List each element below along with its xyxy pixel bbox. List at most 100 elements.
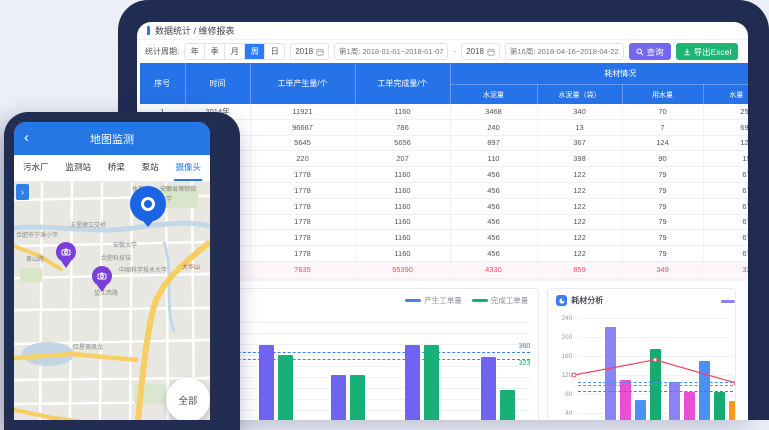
breadcrumb-text: 数据统计 / 维修报表	[155, 24, 235, 37]
phone-tab[interactable]: 污水厂	[22, 155, 50, 181]
table-cell: 1778	[250, 198, 355, 214]
end-week-range-input[interactable]: 第16周: 2018-04-16~2018-04-22	[505, 43, 624, 60]
table-cell: 456	[450, 182, 537, 198]
table-cell: 90	[622, 151, 703, 167]
phone-tab[interactable]: 泵站	[141, 155, 160, 181]
map-poi-label: 合肥科技馆	[101, 253, 131, 262]
phone-tab[interactable]: 监测站	[64, 155, 92, 181]
total-cell: 4330	[450, 261, 537, 278]
end-year-select[interactable]: 2018	[461, 43, 500, 60]
table-cell: 96667	[250, 119, 355, 135]
map-poi-label: 安徽省博物馆	[160, 184, 196, 193]
table-cell: 897	[450, 135, 537, 151]
table-cell: 79	[622, 246, 703, 262]
table-cell: 67	[703, 214, 748, 230]
table-cell: 67	[703, 167, 748, 183]
expand-icon[interactable]: ›	[16, 184, 29, 200]
bar	[424, 345, 439, 420]
column-header: 工单完成量/个	[355, 63, 450, 104]
breadcrumb: 数据统计 / 维修报表	[137, 22, 748, 40]
column-header: 工单产生量/个	[250, 63, 355, 104]
table-cell: 122	[537, 230, 622, 246]
start-year-select[interactable]: 2018	[290, 43, 329, 60]
table-cell: 456	[450, 167, 537, 183]
table-cell: 70	[622, 104, 703, 119]
table-cell: 456	[450, 198, 537, 214]
period-option[interactable]: 季	[205, 44, 225, 59]
average-cell: 35	[250, 278, 355, 281]
phone-tab[interactable]: 摄像头	[174, 155, 202, 181]
map-poi-label: 合肥市宁溪小学	[16, 230, 58, 239]
table-cell: 3468	[450, 104, 537, 119]
period-label: 统计周期:	[145, 46, 179, 57]
period-option[interactable]: 年	[185, 44, 205, 59]
table-cell: 67	[703, 198, 748, 214]
period-segmented-control: 年季月周日	[184, 43, 285, 60]
period-option[interactable]: 日	[265, 44, 284, 59]
camera-location-marker[interactable]	[130, 186, 166, 222]
table-cell: 5656	[355, 135, 450, 151]
map-poi-label: 红星美凯龙	[73, 342, 103, 351]
sub-column-header: 水泥量	[450, 85, 537, 105]
bar	[350, 375, 365, 420]
export-excel-button[interactable]: 导出Excel	[676, 43, 739, 60]
camera-pin-icon[interactable]	[56, 242, 76, 262]
total-cell: 7635	[250, 261, 355, 278]
table-cell: 5645	[250, 135, 355, 151]
table-cell: 122	[537, 182, 622, 198]
search-button[interactable]: 查询	[629, 43, 671, 60]
table-cell: 456	[450, 246, 537, 262]
table-cell: 456	[450, 230, 537, 246]
period-option[interactable]: 周	[245, 44, 265, 59]
back-icon[interactable]: ‹	[24, 130, 29, 145]
phone-tab-bar: 污水厂监测站桥梁泵站摄像头	[14, 155, 210, 182]
legend-line-swatch	[472, 299, 488, 302]
table-cell: 367	[537, 135, 622, 151]
range-separator: -	[453, 47, 456, 56]
legend-swatch-clipped	[721, 300, 735, 303]
table-cell: 11921	[250, 104, 355, 119]
table-cell: 340	[537, 104, 622, 119]
table-cell: 110	[450, 151, 537, 167]
table-cell: 690	[703, 119, 748, 135]
phone-tab[interactable]: 桥梁	[107, 155, 126, 181]
export-button-label: 导出Excel	[694, 46, 732, 58]
pie-icon	[556, 295, 567, 306]
average-cell: 390	[355, 278, 450, 281]
table-cell: 1778	[250, 214, 355, 230]
bar	[481, 357, 496, 420]
map-view[interactable]: 体育馆安徽农业大学安徽省博物馆五里墩立交桥合肥市宁溪小学安徽大学合肥科技馆中国科…	[14, 182, 210, 420]
phone-header: ‹ 地图监测	[14, 122, 210, 155]
phone-screen: ‹ 地图监测 污水厂监测站桥梁泵站摄像头	[14, 122, 210, 420]
average-cell: 30	[450, 278, 537, 281]
column-header: 时间	[185, 63, 250, 104]
show-all-button[interactable]: 全部	[166, 378, 210, 420]
sub-column-header: 水泥量（袋）	[537, 85, 622, 105]
sub-column-header: 水量（吨）	[703, 85, 748, 105]
calendar-icon	[316, 48, 324, 56]
average-cell: 14	[703, 278, 748, 281]
table-cell: 67	[703, 230, 748, 246]
table-cell: 1160	[355, 182, 450, 198]
chart-title: 耗材分析	[571, 295, 603, 306]
download-icon	[683, 48, 691, 56]
table-cell: 1160	[355, 104, 450, 119]
table-cell: 1160	[355, 214, 450, 230]
camera-pin-icon[interactable]	[92, 266, 112, 286]
table-cell: 456	[450, 214, 537, 230]
sub-column-header: 用水量	[622, 85, 703, 105]
legend-item[interactable]: 产生工单量	[405, 295, 462, 306]
start-week-range-input[interactable]: 第1周: 2018-01-01~2018-01-07	[334, 43, 448, 60]
group-column-header: 耗材情况	[450, 63, 748, 85]
bar	[500, 390, 515, 420]
table-cell: 250	[703, 104, 748, 119]
start-year-value: 2018	[295, 47, 313, 56]
trend-line	[556, 313, 736, 420]
chart-legend: 产生工单量完成工单量	[405, 295, 528, 306]
search-icon	[636, 48, 644, 56]
table-cell: 67	[703, 182, 748, 198]
period-option[interactable]: 月	[225, 44, 245, 59]
average-cell: 53	[537, 278, 622, 281]
legend-item[interactable]: 完成工单量	[472, 295, 529, 306]
bar	[259, 345, 274, 420]
